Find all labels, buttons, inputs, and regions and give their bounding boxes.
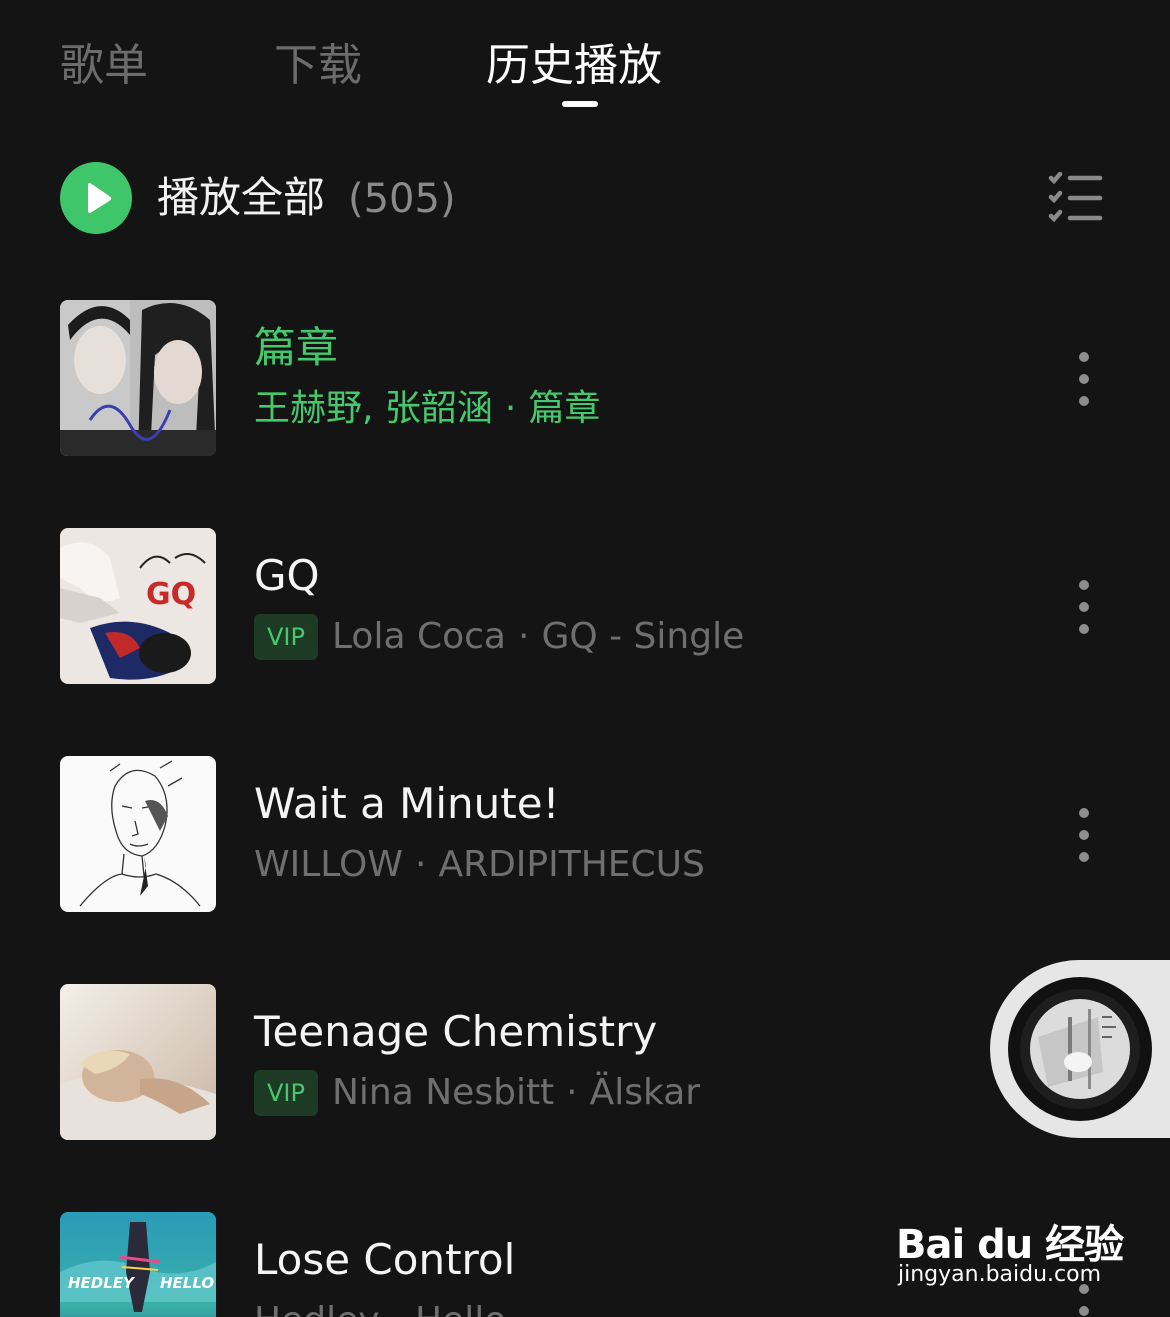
song-title: Teenage Chemistry	[254, 1007, 658, 1056]
song-subtitle: VIP Lola Coca · GQ - Single	[254, 612, 744, 662]
song-row[interactable]: Wait a Minute! WILLOW · ARDIPITHECUS	[0, 756, 1170, 912]
album-cover	[60, 756, 216, 912]
svg-text:HELLO: HELLO	[160, 1274, 214, 1292]
song-subtitle: VIP Nina Nesbitt · Älskar	[254, 1068, 700, 1118]
vip-badge: VIP	[254, 1070, 318, 1116]
separator: ·	[566, 1072, 578, 1113]
vinyl-disc-icon	[1008, 977, 1152, 1121]
list-select-icon[interactable]	[1048, 171, 1104, 224]
song-album: Älskar	[589, 1072, 701, 1113]
song-artist: 王赫野, 张韶涵	[254, 388, 493, 429]
more-options-icon[interactable]	[1068, 352, 1100, 406]
song-album: GQ - Single	[541, 616, 745, 657]
song-subtitle: 王赫野, 张韶涵 · 篇章	[254, 384, 600, 434]
play-icon	[88, 183, 112, 213]
play-all-row: 播放全部 (505)	[60, 162, 1120, 234]
active-tab-indicator	[562, 101, 598, 107]
play-all-button[interactable]	[60, 162, 132, 234]
song-row[interactable]: 篇章 王赫野, 张韶涵 · 篇章	[0, 300, 1170, 456]
album-cover: HEDLEY HELLO	[60, 1212, 216, 1317]
song-title: 篇章	[254, 323, 339, 372]
more-options-icon[interactable]	[1068, 808, 1100, 862]
song-title: GQ	[254, 551, 320, 600]
tab-downloads[interactable]: 下载	[274, 38, 362, 94]
play-all-label[interactable]: 播放全部	[157, 170, 325, 226]
song-row[interactable]: GQ GQ VIP Lola Coca · GQ - Single	[0, 528, 1170, 684]
song-artist: Lola Coca	[332, 616, 506, 657]
separator: ·	[414, 844, 427, 885]
song-album: ARDIPITHECUS	[438, 844, 705, 885]
svg-text:GQ: GQ	[146, 577, 196, 612]
song-album: 篇章	[528, 388, 601, 429]
song-title: Lose Control	[254, 1235, 516, 1284]
song-title: Wait a Minute!	[254, 779, 560, 828]
tab-playlists[interactable]: 歌单	[60, 38, 148, 94]
song-count: (505)	[348, 176, 456, 222]
song-subtitle: Hedley · Hello	[254, 1296, 506, 1317]
svg-text:HEDLEY: HEDLEY	[68, 1274, 136, 1292]
vip-badge: VIP	[254, 614, 318, 660]
history-page: 歌单 下载 历史播放 播放全部 (505) 篇章 王赫野, 张韶涵 · 篇章 G…	[0, 0, 1170, 1317]
more-options-icon[interactable]	[1068, 580, 1100, 634]
song-artist: Hedley	[254, 1300, 380, 1317]
separator: ·	[392, 1296, 403, 1317]
album-cover	[60, 984, 216, 1140]
tab-bar: 歌单 下载 历史播放	[0, 0, 1170, 130]
watermark: Bai du 经验 jingyan.baidu.com	[896, 1190, 1124, 1300]
song-artist: Nina Nesbitt	[332, 1072, 555, 1113]
song-artist: WILLOW	[254, 844, 403, 885]
tab-history[interactable]: 历史播放	[486, 38, 662, 94]
watermark-url: jingyan.baidu.com	[898, 1262, 1102, 1287]
song-subtitle: WILLOW · ARDIPITHECUS	[254, 840, 705, 890]
album-cover: GQ	[60, 528, 216, 684]
song-album: Hello	[415, 1300, 506, 1317]
album-cover	[60, 300, 216, 456]
separator: ·	[517, 616, 530, 657]
mini-player[interactable]	[990, 960, 1170, 1138]
separator: ·	[504, 388, 517, 429]
